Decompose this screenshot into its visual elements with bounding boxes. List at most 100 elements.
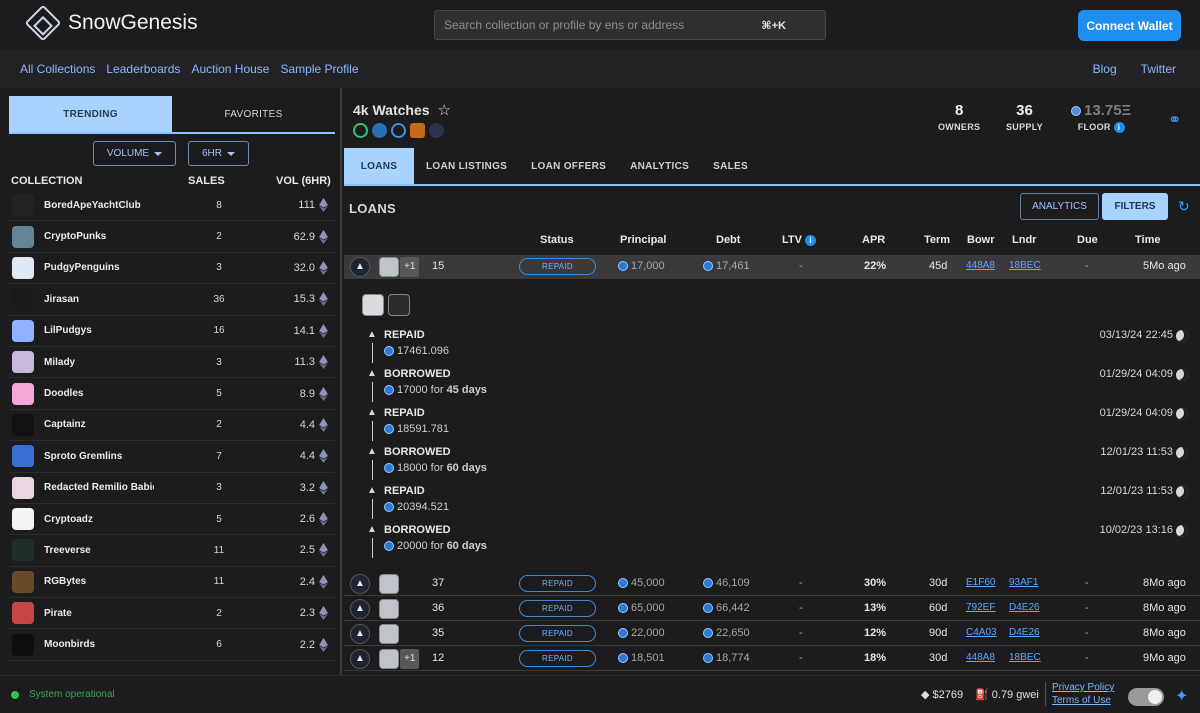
twitter-icon[interactable]: ✦	[1175, 686, 1188, 706]
nav-twitter[interactable]: Twitter	[1141, 62, 1176, 76]
lender-protocol-icon: ▲	[350, 624, 370, 644]
opensea-icon[interactable]	[372, 123, 387, 138]
lender-link[interactable]: 18BEC	[1009, 260, 1041, 271]
nav-auction-house[interactable]: Auction House	[191, 62, 269, 76]
moon-icon[interactable]	[1176, 486, 1188, 498]
collection-row[interactable]: Doodles 5 8.9	[9, 378, 335, 410]
terms-link[interactable]: Terms of Use	[1052, 695, 1114, 706]
nav-sample-profile[interactable]: Sample Profile	[280, 62, 358, 76]
collection-sales: 3	[216, 356, 222, 368]
moon-icon[interactable]	[429, 123, 444, 138]
status-badge[interactable]: REPAID	[519, 650, 596, 667]
eye-icon[interactable]	[353, 123, 368, 138]
collection-row[interactable]: Sproto Gremlins 7 4.4	[9, 441, 335, 473]
moon-icon[interactable]	[1176, 525, 1188, 537]
timeline-detail: 17000 for 45 days	[384, 384, 487, 396]
tab-loan-offers[interactable]: LOAN OFFERS	[519, 148, 618, 184]
tab-loans[interactable]: LOANS	[344, 148, 414, 184]
timeline-date: 12/01/23 11:53	[1100, 485, 1173, 497]
status-badge[interactable]: REPAID	[519, 258, 596, 275]
watch-thumb[interactable]	[362, 294, 384, 316]
watch-thumb[interactable]	[379, 574, 399, 594]
timeline-connector	[372, 343, 373, 363]
status-badge[interactable]: REPAID	[519, 625, 596, 642]
lender-link[interactable]: 93AF1	[1009, 577, 1038, 588]
tab-loan-listings[interactable]: LOAN LISTINGS	[414, 148, 519, 184]
star-icon[interactable]: ☆	[438, 101, 451, 119]
refresh-icon[interactable]: ↻	[1178, 198, 1190, 215]
timeline-days: 60 days	[446, 540, 487, 552]
borrower-link[interactable]: 448A8	[966, 652, 995, 663]
principal-value: 22,000	[631, 627, 665, 639]
status-badge[interactable]: REPAID	[519, 600, 596, 617]
loan-row[interactable]: ▲ +1 15 REPAID 17,000 17,461 - 22% 45d 448A8 18BEC…	[344, 255, 1200, 279]
lender-link[interactable]: D4E26	[1009, 627, 1040, 638]
etherscan-icon[interactable]	[410, 123, 425, 138]
connect-wallet-button[interactable]: Connect Wallet	[1078, 10, 1181, 41]
eth-icon	[319, 512, 328, 527]
sort-dropdown[interactable]: VOLUME	[93, 141, 176, 166]
loan-row[interactable]: ▲ 35 REPAID 22,000 22,650 - 12% 90d C4A03 D4E26 - 8…	[344, 622, 1200, 646]
theme-toggle[interactable]	[1128, 688, 1164, 706]
nav-leaderboards[interactable]: Leaderboards	[106, 62, 180, 76]
collection-avatar	[12, 413, 34, 436]
loan-row[interactable]: ▲ 37 REPAID 45,000 46,109 - 30% 30d E1F60 93AF1 - 8…	[344, 572, 1200, 596]
collection-row[interactable]: Pirate 2 2.3	[9, 598, 335, 630]
borrower-link[interactable]: 448A8	[966, 260, 995, 271]
lender-link[interactable]: 18BEC	[1009, 652, 1041, 663]
borrower-link[interactable]: E1F60	[966, 577, 995, 588]
logo[interactable]: SnowGenesis	[24, 4, 198, 42]
borrower-link[interactable]: C4A03	[966, 627, 997, 638]
analytics-button[interactable]: ANALYTICS	[1020, 193, 1099, 220]
collection-row[interactable]: Milady 3 11.3	[9, 347, 335, 379]
watch-thumb[interactable]	[388, 294, 410, 316]
tab-sales[interactable]: SALES	[701, 148, 760, 184]
timeline-days: 45 days	[446, 384, 487, 396]
borrower-link[interactable]: 792EF	[966, 602, 995, 613]
collection-row[interactable]: Moonbirds 6 2.2	[9, 629, 335, 661]
collection-row[interactable]: CryptoPunks 2 62.9	[9, 221, 335, 253]
filters-button[interactable]: FILTERS	[1102, 193, 1168, 220]
info-icon[interactable]: i	[805, 234, 817, 246]
collection-row[interactable]: PudgyPenguins 3 32.0	[9, 253, 335, 285]
moon-icon[interactable]	[1176, 369, 1188, 381]
timeline-item: ▲ REPAID 20394.521	[367, 485, 449, 519]
moon-icon[interactable]	[1176, 330, 1188, 342]
usdc-icon	[618, 653, 628, 664]
watch-thumb[interactable]	[379, 257, 399, 277]
watch-thumb[interactable]	[379, 599, 399, 619]
collection-sales: 11	[213, 544, 225, 556]
collection-row[interactable]: LilPudgys 16 14.1	[9, 316, 335, 347]
info-icon[interactable]: i	[1113, 122, 1125, 134]
tab-trending[interactable]: TRENDING	[9, 96, 172, 132]
moon-icon[interactable]	[1176, 408, 1188, 420]
privacy-link[interactable]: Privacy Policy	[1052, 682, 1114, 693]
blur-icon[interactable]	[391, 123, 406, 138]
collection-row[interactable]: Treeverse 11 2.5	[9, 535, 335, 567]
tab-analytics[interactable]: ANALYTICS	[618, 148, 701, 184]
collection-row[interactable]: Cryptoadz 5 2.6	[9, 504, 335, 536]
watch-thumb[interactable]	[379, 649, 399, 669]
search-input[interactable]	[444, 18, 762, 32]
collection-row[interactable]: Captainz 2 4.4	[9, 410, 335, 442]
ltv-value: -	[799, 260, 803, 272]
loan-row[interactable]: ▲ +1 12 REPAID 18,501 18,774 - 18% 30d 448A8 18BEC…	[344, 647, 1200, 671]
collection-row[interactable]: Redacted Remilio Babies 3 3.2	[9, 473, 335, 504]
nav-blog[interactable]: Blog	[1093, 62, 1117, 76]
watch-thumb[interactable]	[379, 624, 399, 644]
loan-row[interactable]: ▲ 36 REPAID 65,000 66,442 - 13% 60d 792EF D4E26 - 8…	[344, 597, 1200, 621]
moon-icon[interactable]	[1176, 447, 1188, 459]
period-dropdown[interactable]: 6HR	[188, 141, 249, 166]
col-apr: APR	[862, 234, 886, 246]
loans-title: LOANS	[349, 201, 396, 216]
tab-favorites[interactable]: FAVORITES	[172, 96, 335, 132]
collection-row[interactable]: Jirasan 36 15.3	[9, 284, 335, 316]
token-id: 36	[432, 602, 445, 614]
status-badge[interactable]: REPAID	[519, 575, 596, 592]
lender-link[interactable]: D4E26	[1009, 602, 1040, 613]
share-icon[interactable]: ⚭	[1168, 110, 1181, 130]
collection-row[interactable]: RGBytes 11 2.4	[9, 567, 335, 599]
collection-row[interactable]: BoredApeYachtClub 8 111	[9, 190, 335, 222]
search-box[interactable]: ⌘+K	[434, 10, 826, 40]
nav-all-collections[interactable]: All Collections	[20, 62, 95, 76]
